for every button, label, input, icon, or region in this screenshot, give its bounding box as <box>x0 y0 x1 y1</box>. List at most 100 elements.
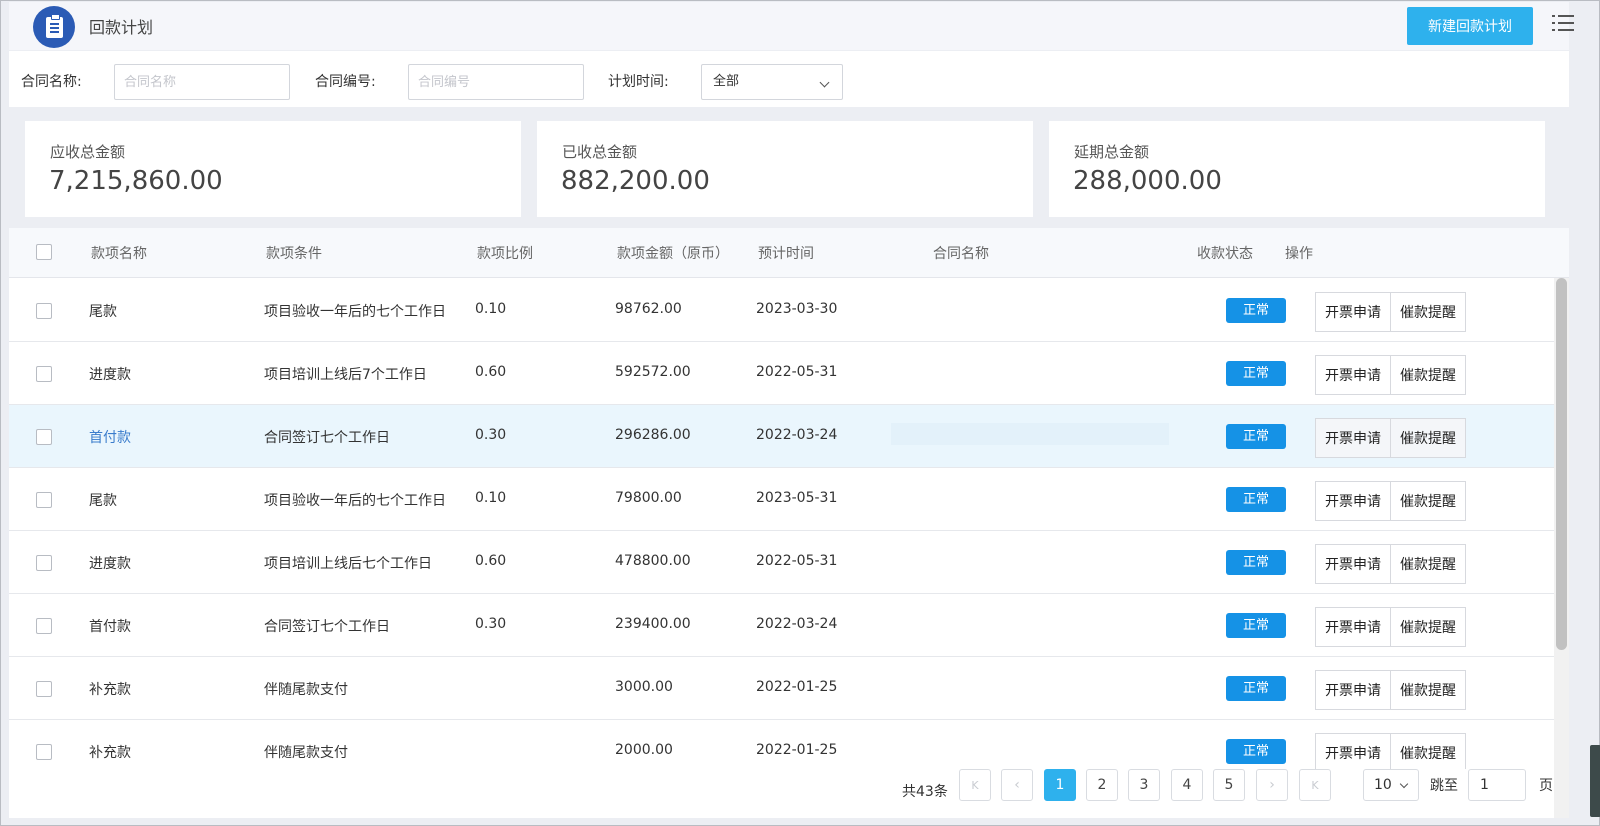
invoice-request-button[interactable]: 开票申请 <box>1315 670 1391 710</box>
invoice-request-button[interactable]: 开票申请 <box>1315 607 1391 647</box>
cell-ratio: 0.30 <box>475 616 507 632</box>
last-page-button[interactable]: K <box>1299 769 1331 801</box>
cell-name[interactable]: 首付款 <box>89 427 131 447</box>
page-button-2[interactable]: 2 <box>1086 769 1118 801</box>
col-contract: 合同名称 <box>933 246 989 262</box>
jump-label: 跳至 <box>1430 778 1458 794</box>
invoice-request-button[interactable]: 开票申请 <box>1315 292 1391 332</box>
pagination: 共43条 K ‹ 1 2 3 4 5 › K 10 跳至 页 <box>9 769 1554 811</box>
stat-value: 882,200.00 <box>561 166 710 196</box>
prev-page-button[interactable]: ‹ <box>1001 769 1033 801</box>
page-button-5[interactable]: 5 <box>1213 769 1245 801</box>
cell-amount: 239400.00 <box>615 616 691 632</box>
contract-name-label: 合同名称: <box>21 74 82 90</box>
invoice-request-button[interactable]: 开票申请 <box>1315 418 1391 458</box>
table-row[interactable]: 进度款 项目培训上线后7个工作日 0.60 592572.00 2022-05-31 正常… <box>9 342 1554 405</box>
plan-time-select[interactable]: 全部 <box>701 64 843 100</box>
payment-plan-table: 款项名称 款项条件 款项比例 款项金额（原币） 预计时间 合同名称 收款状态 操… <box>9 228 1569 818</box>
invoice-request-button[interactable]: 开票申请 <box>1315 355 1391 395</box>
payment-reminder-button[interactable]: 催款提醒 <box>1391 670 1466 710</box>
cell-name: 补充款 <box>89 745 131 761</box>
cell-amount: 2000.00 <box>615 742 673 758</box>
new-plan-button[interactable]: 新建回款计划 <box>1407 7 1533 45</box>
row-checkbox[interactable] <box>36 744 52 760</box>
stat-label: 应收总金额 <box>50 143 126 161</box>
payment-reminder-button[interactable]: 催款提醒 <box>1391 355 1466 395</box>
cell-name: 进度款 <box>89 556 131 572</box>
jump-page-input[interactable] <box>1468 769 1526 801</box>
total-count: 共43条 <box>902 784 948 800</box>
cell-name: 补充款 <box>89 682 131 698</box>
plan-time-label: 计划时间: <box>608 74 669 90</box>
table-row[interactable]: 尾款 项目验收一年后的七个工作日 0.10 98762.00 2023-03-30 正常 开… <box>9 279 1554 342</box>
table-row[interactable]: 尾款 项目验收一年后的七个工作日 0.10 79800.00 2023-05-31 正常 开… <box>9 468 1554 531</box>
select-all-checkbox[interactable] <box>36 244 52 260</box>
page-header: 回款计划 新建回款计划 <box>9 2 1574 50</box>
row-actions: 开票申请 催款提醒 <box>1315 670 1466 710</box>
cell-contract-highlight <box>891 423 1169 445</box>
row-actions: 开票申请 催款提醒 <box>1315 355 1466 395</box>
cell-amount: 79800.00 <box>615 490 682 506</box>
chevron-right-icon: › <box>1269 777 1275 793</box>
table-scrollbar[interactable] <box>1554 278 1569 818</box>
stat-value: 7,215,860.00 <box>49 166 223 196</box>
row-checkbox[interactable] <box>36 492 52 508</box>
invoice-request-button[interactable]: 开票申请 <box>1315 733 1391 773</box>
cell-date: 2023-05-31 <box>756 490 838 506</box>
first-page-button[interactable]: K <box>959 769 991 801</box>
payment-reminder-button[interactable]: 催款提醒 <box>1391 481 1466 521</box>
payment-reminder-button[interactable]: 催款提醒 <box>1391 418 1466 458</box>
row-checkbox[interactable] <box>36 429 52 445</box>
scrollbar-thumb[interactable] <box>1556 278 1567 650</box>
row-checkbox[interactable] <box>36 555 52 571</box>
page-button-3[interactable]: 3 <box>1128 769 1160 801</box>
cell-amount: 98762.00 <box>615 301 682 317</box>
contract-name-input[interactable] <box>114 64 290 100</box>
chevron-down-icon <box>1399 779 1409 789</box>
payment-reminder-button[interactable]: 催款提醒 <box>1391 607 1466 647</box>
table-row[interactable]: 首付款 合同签订七个工作日 0.30 296286.00 2022-03-24 正常 开票申… <box>9 405 1554 468</box>
cell-date: 2022-03-24 <box>756 427 838 443</box>
row-checkbox[interactable] <box>36 303 52 319</box>
row-checkbox[interactable] <box>36 681 52 697</box>
next-page-button[interactable]: › <box>1256 769 1288 801</box>
row-actions: 开票申请 催款提醒 <box>1315 544 1466 584</box>
page-size-select[interactable]: 10 <box>1363 769 1419 801</box>
payment-reminder-button[interactable]: 催款提醒 <box>1391 544 1466 584</box>
filter-bar: 合同名称: 合同编号: 计划时间: 全部 <box>9 51 1569 107</box>
row-actions: 开票申请 催款提醒 <box>1315 481 1466 521</box>
list-menu-icon[interactable] <box>1552 14 1574 34</box>
table-row[interactable]: 进度款 项目培训上线后七个工作日 0.60 478800.00 2022-05-31 正常… <box>9 531 1554 594</box>
status-badge: 正常 <box>1226 487 1286 512</box>
payment-reminder-button[interactable]: 催款提醒 <box>1391 733 1466 773</box>
row-checkbox[interactable] <box>36 618 52 634</box>
page-button-1[interactable]: 1 <box>1044 769 1076 801</box>
contract-no-label: 合同编号: <box>315 74 376 90</box>
cell-ratio: 0.30 <box>475 427 507 443</box>
cell-date: 2022-05-31 <box>756 553 838 569</box>
stat-label: 已收总金额 <box>562 143 638 161</box>
row-checkbox[interactable] <box>36 366 52 382</box>
table-header: 款项名称 款项条件 款项比例 款项金额（原币） 预计时间 合同名称 收款状态 操… <box>9 228 1569 278</box>
page-button-4[interactable]: 4 <box>1171 769 1203 801</box>
invoice-request-button[interactable]: 开票申请 <box>1315 481 1391 521</box>
contract-no-input[interactable] <box>408 64 584 100</box>
table-row[interactable]: 首付款 合同签订七个工作日 0.30 239400.00 2022-03-24 正常 开票申… <box>9 594 1554 657</box>
status-badge: 正常 <box>1226 298 1286 323</box>
payment-reminder-button[interactable]: 催款提醒 <box>1391 292 1466 332</box>
col-date: 预计时间 <box>758 246 814 262</box>
side-widget[interactable] <box>1590 745 1600 817</box>
cell-date: 2022-01-25 <box>756 742 838 758</box>
invoice-request-button[interactable]: 开票申请 <box>1315 544 1391 584</box>
cell-condition: 合同签订七个工作日 <box>264 619 390 635</box>
chevron-down-icon <box>819 77 830 88</box>
cell-name: 进度款 <box>89 367 131 383</box>
row-actions: 开票申请 催款提醒 <box>1315 418 1466 458</box>
cell-date: 2022-03-24 <box>756 616 838 632</box>
table-row[interactable]: 补充款 伴随尾款支付 3000.00 2022-01-25 正常 开票申请 催款提醒 <box>9 657 1554 720</box>
cell-amount: 478800.00 <box>615 553 691 569</box>
cell-date: 2022-01-25 <box>756 679 838 695</box>
app-window: 回款计划 新建回款计划 合同名称: 合同编号: 计划时间: 全部 应收总金额 7… <box>0 0 1600 826</box>
plan-time-value: 全部 <box>713 74 740 89</box>
col-status: 收款状态 <box>1197 246 1253 262</box>
